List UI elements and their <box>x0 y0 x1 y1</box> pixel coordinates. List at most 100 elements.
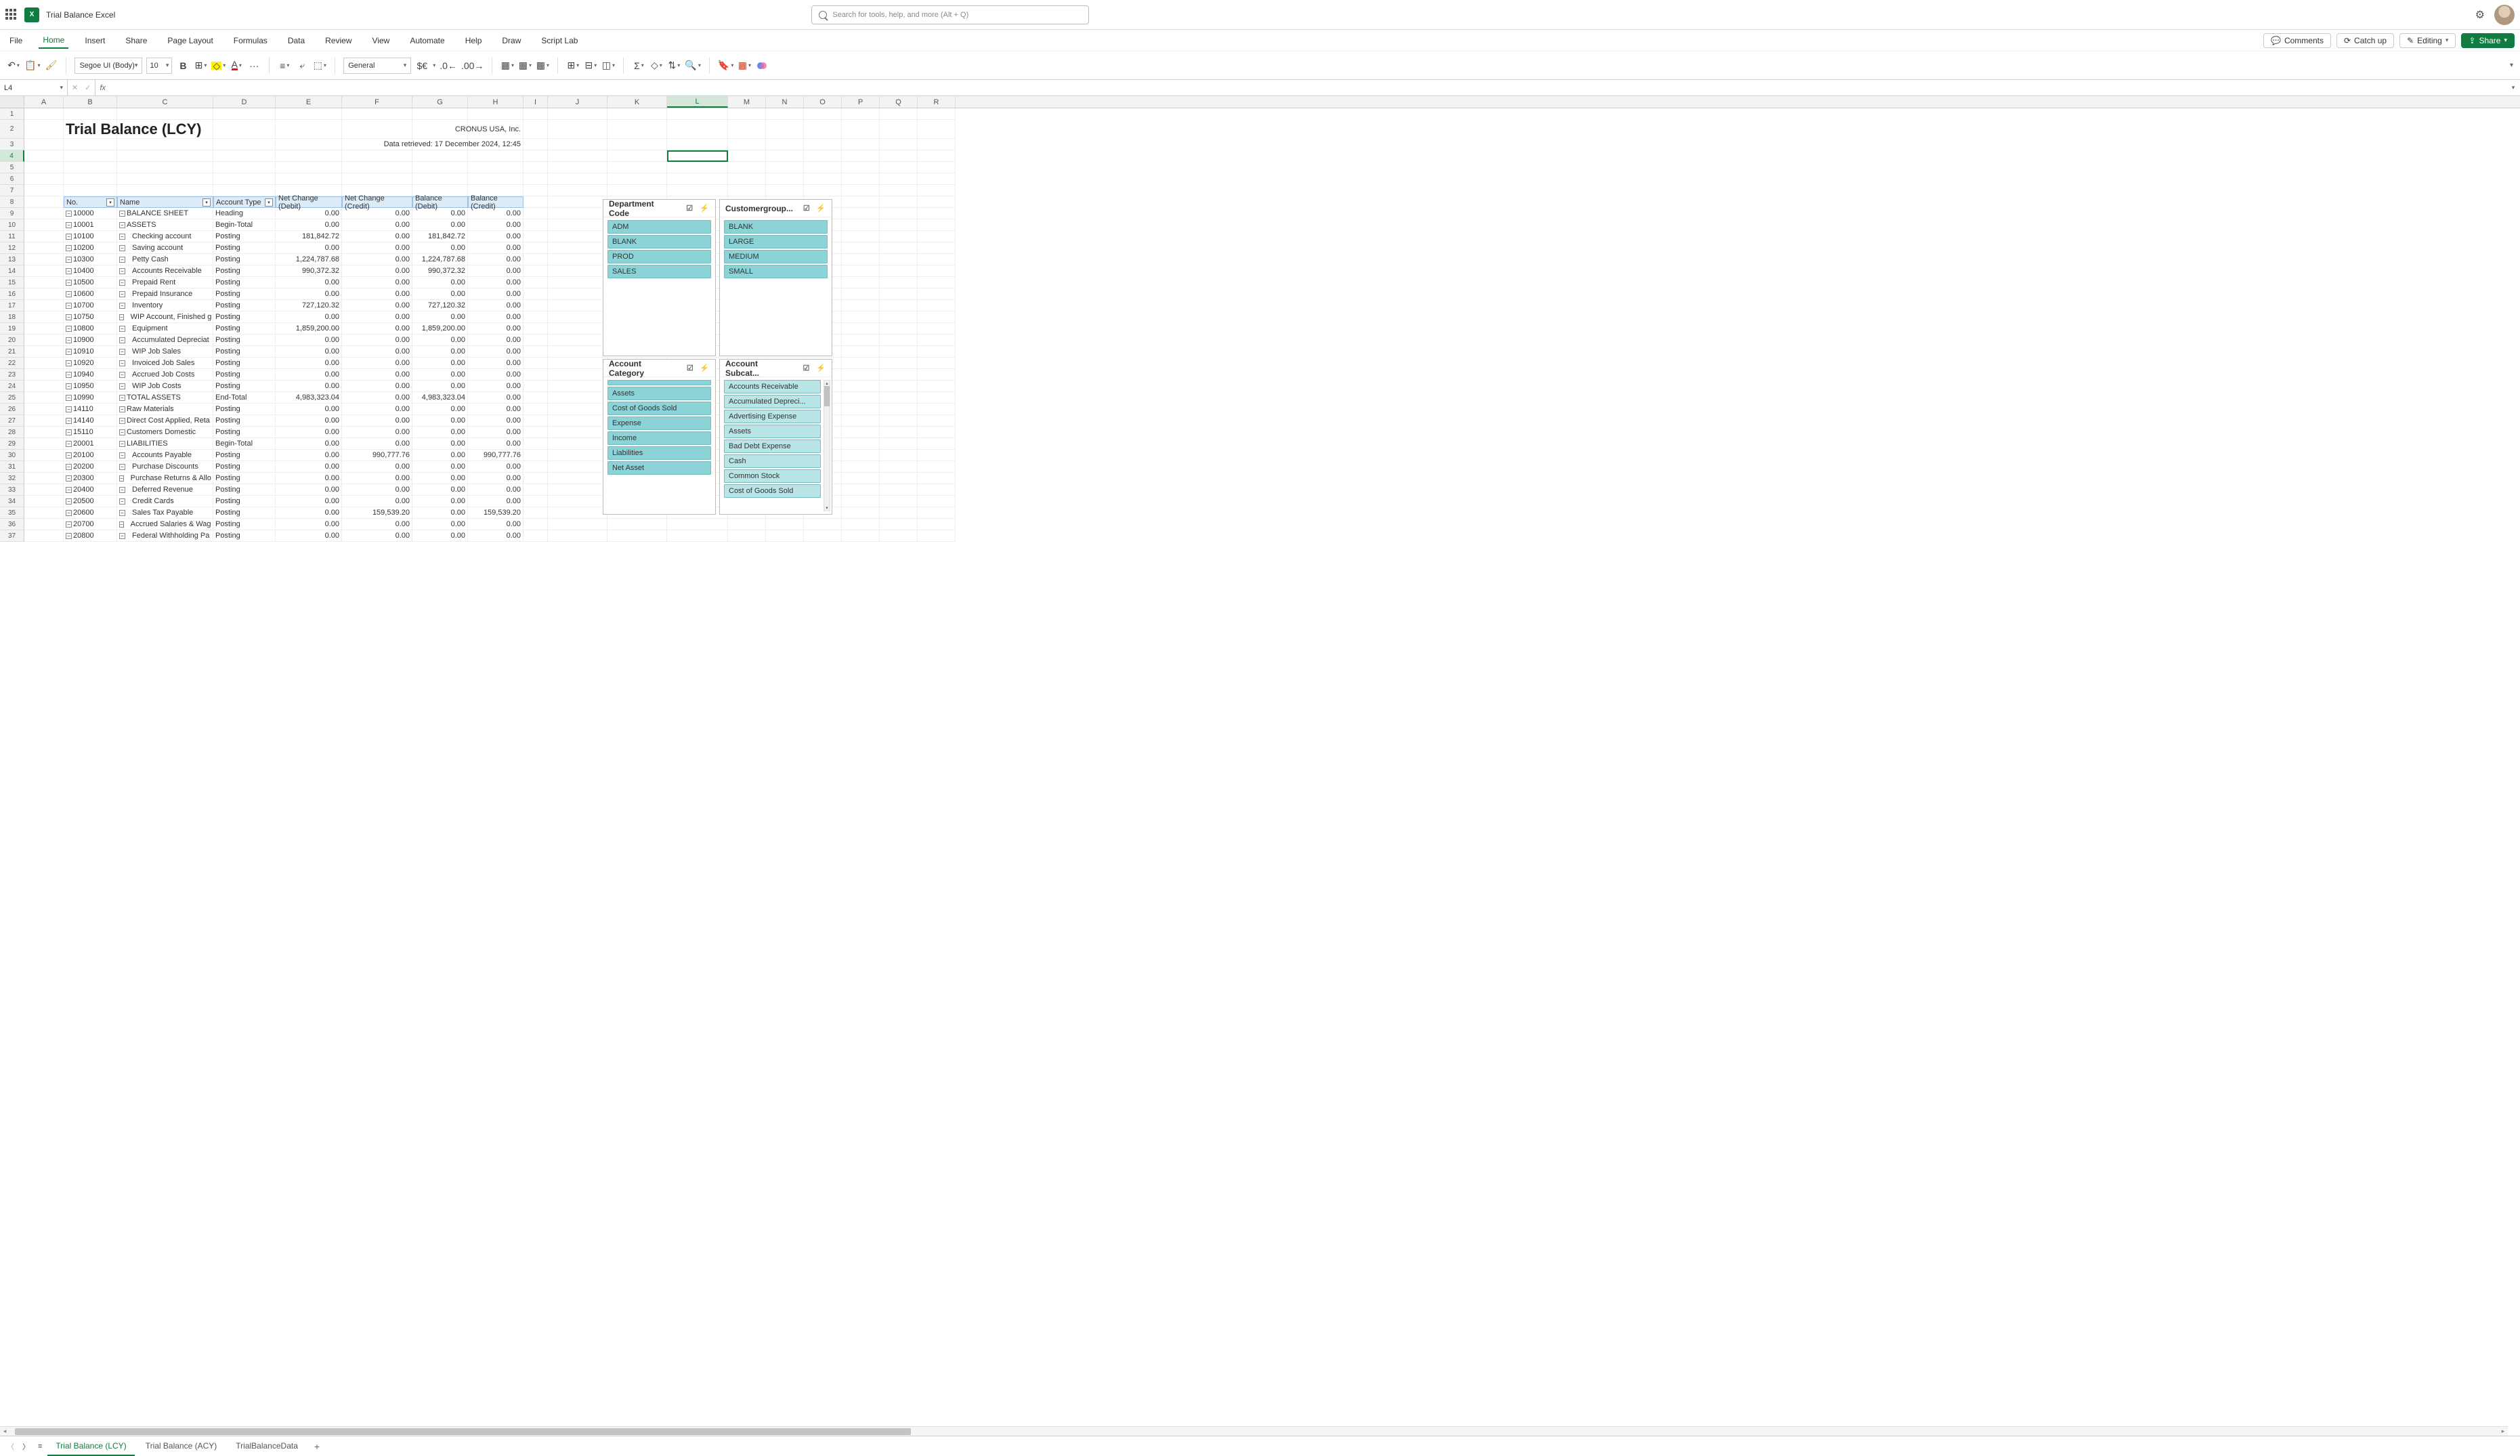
cell-ncc[interactable]: 0.00 <box>342 392 412 404</box>
cell[interactable] <box>24 219 64 231</box>
cell[interactable] <box>24 242 64 254</box>
cell[interactable] <box>918 507 956 519</box>
format-cells-button[interactable]: ◫▾ <box>601 58 615 74</box>
align-button[interactable]: ≡▾ <box>278 58 291 74</box>
cell[interactable] <box>524 438 548 450</box>
cell[interactable]: Trial Balance (LCY) <box>64 120 117 139</box>
bold-button[interactable]: B <box>176 58 190 74</box>
sort-filter-button[interactable]: ⇅▾ <box>667 58 681 74</box>
row-header[interactable]: 19 <box>0 323 24 335</box>
cell[interactable] <box>918 208 956 219</box>
cell-ncd[interactable]: 0.00 <box>276 208 342 219</box>
cell-type[interactable]: Begin-Total <box>213 219 276 231</box>
cell-type[interactable]: Posting <box>213 461 276 473</box>
cell-bd[interactable]: 0.00 <box>412 461 468 473</box>
cell[interactable] <box>842 427 880 438</box>
cell-bd[interactable]: 0.00 <box>412 496 468 507</box>
row-header[interactable]: 31 <box>0 461 24 473</box>
cell[interactable] <box>548 300 607 312</box>
cell-bc[interactable]: 0.00 <box>468 288 524 300</box>
cell[interactable] <box>24 346 64 358</box>
cell-bd[interactable]: 0.00 <box>412 473 468 484</box>
row-header[interactable]: 35 <box>0 507 24 519</box>
row-header[interactable]: 33 <box>0 484 24 496</box>
cell-bd[interactable]: 0.00 <box>412 312 468 323</box>
cell[interactable] <box>880 277 918 288</box>
cell[interactable] <box>213 173 276 185</box>
cell[interactable] <box>468 108 524 120</box>
autosum-button[interactable]: Σ▾ <box>632 58 645 74</box>
cell-bc[interactable]: 0.00 <box>468 312 524 323</box>
cell[interactable] <box>842 530 880 542</box>
font-name-select[interactable]: Segoe UI (Body) ▾ <box>74 58 142 74</box>
cell-no[interactable]: −20700 <box>64 519 117 530</box>
cell-type[interactable]: Posting <box>213 530 276 542</box>
cell-ncc[interactable]: 0.00 <box>342 427 412 438</box>
cell[interactable] <box>342 150 412 162</box>
cell[interactable] <box>524 323 548 335</box>
cell[interactable] <box>276 139 342 150</box>
cell[interactable] <box>548 108 607 120</box>
cell[interactable] <box>880 358 918 369</box>
cell[interactable] <box>918 173 956 185</box>
cell-name[interactable]: −WIP Job Sales <box>117 346 213 358</box>
cell[interactable] <box>548 450 607 461</box>
scroll-thumb[interactable] <box>15 1428 911 1435</box>
outline-collapse-icon[interactable]: − <box>66 452 72 458</box>
cell-bc[interactable]: 0.00 <box>468 415 524 427</box>
formula-cancel-button[interactable]: ✕ <box>72 83 78 92</box>
cell-no[interactable]: −20500 <box>64 496 117 507</box>
cell[interactable] <box>880 335 918 346</box>
increase-decimal-button[interactable]: .00→ <box>461 58 484 74</box>
cell[interactable] <box>804 530 842 542</box>
scroll-left-button[interactable]: ◂ <box>0 1428 9 1435</box>
cell[interactable] <box>548 196 607 208</box>
outline-collapse-icon[interactable]: − <box>119 510 125 516</box>
col-ncc-header[interactable]: Net Change (Credit) <box>342 196 412 208</box>
cell[interactable] <box>842 120 880 139</box>
cell-bc[interactable]: 0.00 <box>468 496 524 507</box>
cell[interactable] <box>728 530 766 542</box>
tab-page-layout[interactable]: Page Layout <box>163 33 217 48</box>
clear-button[interactable]: ◇▾ <box>649 58 663 74</box>
cell-bd[interactable]: 1,224,787.68 <box>412 254 468 265</box>
settings-icon[interactable]: ⚙ <box>2475 8 2485 22</box>
cell[interactable] <box>880 219 918 231</box>
ribbon-expand-button[interactable]: ▾ <box>2510 62 2513 69</box>
cell[interactable] <box>728 173 766 185</box>
cell-type[interactable]: Posting <box>213 242 276 254</box>
outline-collapse-icon[interactable]: − <box>66 268 72 274</box>
slicer-item[interactable]: Cost of Goods Sold <box>724 484 821 498</box>
cell-name[interactable]: −BALANCE SHEET <box>117 208 213 219</box>
outline-collapse-icon[interactable]: − <box>66 372 72 378</box>
cell-no[interactable]: −14140 <box>64 415 117 427</box>
cell-ncc[interactable]: 0.00 <box>342 369 412 381</box>
cell[interactable] <box>548 530 607 542</box>
cell[interactable] <box>524 496 548 507</box>
slicer-item[interactable]: Assets <box>607 387 711 400</box>
cell[interactable] <box>342 162 412 173</box>
cell[interactable] <box>842 404 880 415</box>
col-type-header[interactable]: Account Type▾ <box>213 196 276 208</box>
tab-view[interactable]: View <box>368 33 394 48</box>
cell[interactable] <box>524 346 548 358</box>
sheet-nav-next[interactable]: 〉 <box>20 1441 33 1452</box>
row-header[interactable]: 30 <box>0 450 24 461</box>
cell[interactable] <box>918 120 956 139</box>
cell-name[interactable]: −TOTAL ASSETS <box>117 392 213 404</box>
cell-no[interactable]: −10001 <box>64 219 117 231</box>
cell[interactable] <box>667 185 728 196</box>
cell[interactable] <box>842 484 880 496</box>
cell[interactable] <box>918 231 956 242</box>
cell[interactable] <box>804 108 842 120</box>
cell-bd[interactable]: 181,842.72 <box>412 231 468 242</box>
cell[interactable] <box>24 173 64 185</box>
cell[interactable] <box>918 415 956 427</box>
cell-name[interactable]: −Purchase Returns & Allo <box>117 473 213 484</box>
cell-bc[interactable]: 0.00 <box>468 254 524 265</box>
cell[interactable] <box>24 369 64 381</box>
formula-input[interactable] <box>110 80 2506 95</box>
col-header-N[interactable]: N <box>766 96 804 108</box>
cell[interactable] <box>667 519 728 530</box>
cell-no[interactable]: −10910 <box>64 346 117 358</box>
